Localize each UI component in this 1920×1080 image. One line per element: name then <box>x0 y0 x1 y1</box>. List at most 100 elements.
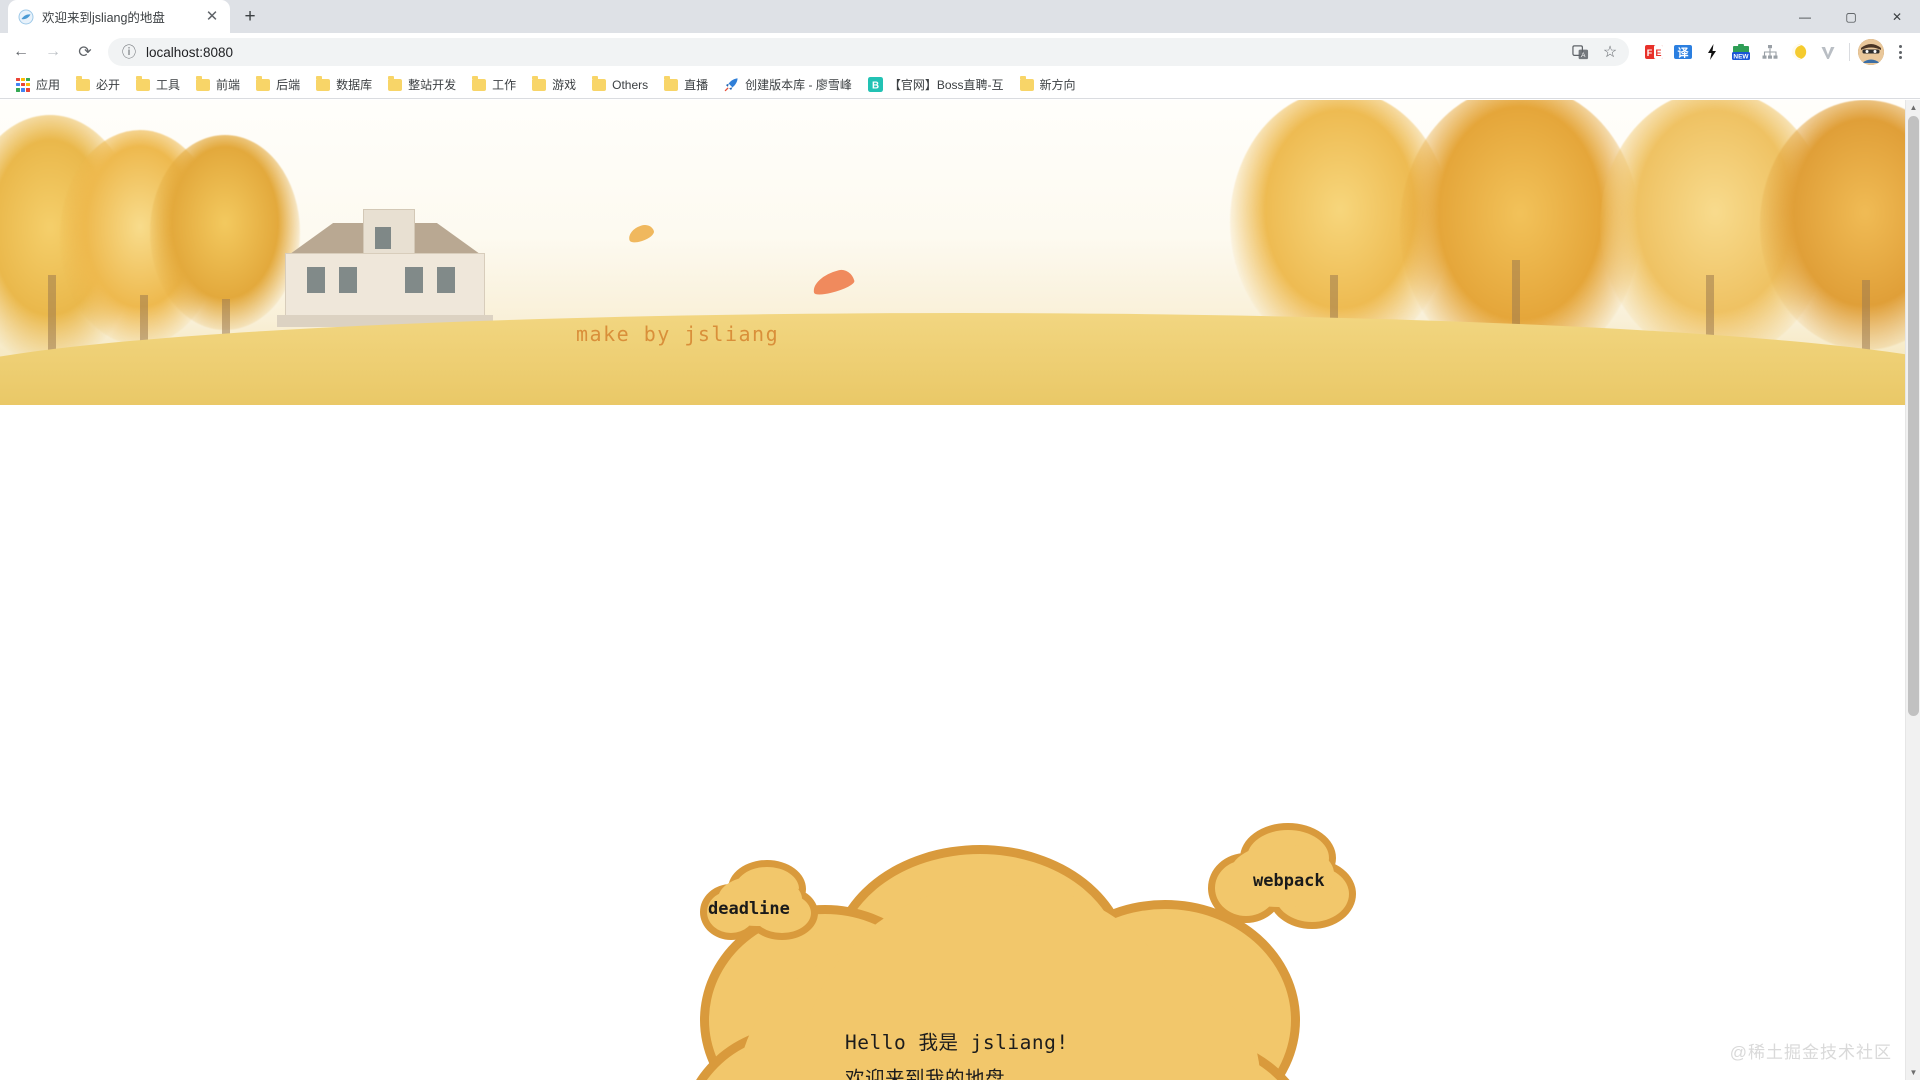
new-tab-button[interactable]: + <box>236 2 264 30</box>
hero-banner: make by jsliang <box>0 100 1920 405</box>
cloud-zone: Hello 我是 jsliang! 欢迎来到我的地盘, 由于我有很多idea, … <box>0 405 1920 1080</box>
page-favicon <box>18 9 34 25</box>
house-window <box>339 267 357 293</box>
close-window-button[interactable]: ✕ <box>1874 0 1920 33</box>
apps-grid-dot <box>16 77 20 82</box>
svg-text:NEW: NEW <box>1733 54 1749 61</box>
forward-icon[interactable]: → <box>38 37 68 67</box>
house-illustration <box>255 207 515 327</box>
bookmark-work[interactable]: 工作 <box>464 73 524 96</box>
site-info-icon[interactable]: ⓘ <box>120 39 138 65</box>
bookmark-live[interactable]: 直播 <box>656 73 716 96</box>
bookmark-newdirection[interactable]: 新方向 <box>1012 73 1084 96</box>
bookmark-apps[interactable]: 应用 <box>8 73 68 96</box>
bookmark-label: 后端 <box>276 78 301 92</box>
bookmark-label: 【官网】Boss直聘-互 <box>888 78 1004 92</box>
apps-grid-dot <box>21 77 25 82</box>
cloud-text-line: 欢迎来到我的地盘, <box>845 1067 1018 1080</box>
title-bar: 欢迎来到jsliang的地盘 ✕ + — ▢ ✕ <box>0 0 1920 33</box>
bookmark-frontend[interactable]: 前端 <box>188 73 248 96</box>
bookmark-label: 工作 <box>492 78 517 92</box>
menu-dot <box>1898 45 1902 48</box>
bookmark-label: 游戏 <box>552 78 577 92</box>
folder-icon <box>664 76 679 91</box>
maximize-button[interactable]: ▢ <box>1828 0 1874 33</box>
toolbar-divider <box>1849 43 1850 61</box>
svg-text:F: F <box>1647 48 1653 58</box>
apps-grid-icon <box>16 77 30 92</box>
page-scrollbar[interactable]: ▲ ▼ <box>1905 100 1920 1080</box>
bookmark-label: 工具 <box>156 78 181 92</box>
bookmark-others[interactable]: Others <box>584 75 656 95</box>
apps-grid-dot <box>16 87 20 92</box>
avatar[interactable] <box>1858 39 1884 65</box>
svg-text:E: E <box>1655 48 1661 58</box>
bookmark-liaoxuefeng[interactable]: 创建版本库 - 廖雪峰 <box>716 73 860 96</box>
scroll-down-arrow[interactable]: ▼ <box>1906 1065 1920 1080</box>
chrome-menu-button[interactable] <box>1886 38 1914 66</box>
moon-extension-icon[interactable] <box>1786 39 1812 65</box>
url-text[interactable]: localhost:8080 <box>146 45 1559 60</box>
bookmark-bikai[interactable]: 必开 <box>68 73 128 96</box>
bookmark-fullsite[interactable]: 整站开发 <box>380 73 464 96</box>
watermark: @稀土掘金技术社区 <box>1729 1043 1892 1062</box>
bookmark-label: 直播 <box>684 78 709 92</box>
close-tab-icon[interactable]: ✕ <box>204 9 220 25</box>
house-window <box>307 267 325 293</box>
briefcase-new-extension-icon[interactable]: NEW <box>1728 39 1754 65</box>
folder-icon <box>76 76 91 91</box>
page-viewport: make by jsliang Hello 我是 jsliang! 欢迎来到我的… <box>0 100 1920 1080</box>
folder-icon <box>256 76 271 91</box>
house-window <box>375 227 391 249</box>
apps-grid-dot <box>26 77 30 82</box>
folder-icon <box>388 76 403 91</box>
bookmark-label: 数据库 <box>336 78 373 92</box>
svg-text:A: A <box>1581 52 1586 59</box>
folder-icon <box>316 76 331 91</box>
translate-extension-icon[interactable]: 译 <box>1670 39 1696 65</box>
apps-grid-dot <box>26 82 30 87</box>
scrollbar-thumb[interactable] <box>1908 116 1919 716</box>
bookmark-tools[interactable]: 工具 <box>128 73 188 96</box>
folder-icon <box>592 76 607 91</box>
make-by-text: make by jsliang <box>576 322 780 346</box>
bookmark-database[interactable]: 数据库 <box>308 73 380 96</box>
apps-grid-dot <box>16 82 20 87</box>
scroll-up-arrow[interactable]: ▲ <box>1906 100 1920 115</box>
cloud-bubble-deadline-label: deadline <box>708 899 790 919</box>
bookmark-backend[interactable]: 后端 <box>248 73 308 96</box>
rocket-icon <box>724 77 739 92</box>
house-window <box>437 267 455 293</box>
bookmark-star-icon[interactable]: ☆ <box>1597 39 1623 65</box>
sitemap-extension-icon[interactable] <box>1757 39 1783 65</box>
fe-extension-icon[interactable]: F E <box>1641 39 1667 65</box>
svg-text:B: B <box>872 80 879 91</box>
back-icon[interactable]: ← <box>6 37 36 67</box>
bookmark-label: 整站开发 <box>408 78 457 92</box>
address-bar[interactable]: ⓘ localhost:8080 A ☆ <box>108 38 1629 66</box>
house-window <box>405 267 423 293</box>
bookmark-games[interactable]: 游戏 <box>524 73 584 96</box>
svg-text:译: 译 <box>1678 47 1690 60</box>
v-extension-icon[interactable] <box>1815 39 1841 65</box>
cloud-bubble-webpack-label: webpack <box>1253 871 1325 891</box>
bookmark-label: 必开 <box>96 78 121 92</box>
browser-tab[interactable]: 欢迎来到jsliang的地盘 ✕ <box>8 0 230 33</box>
boss-b-icon: B <box>867 77 883 92</box>
menu-dot <box>1898 56 1902 59</box>
menu-dot <box>1898 50 1902 54</box>
bookmark-boss[interactable]: B 【官网】Boss直聘-互 <box>860 73 1012 96</box>
window-controls: — ▢ ✕ <box>1782 0 1920 33</box>
browser-toolbar: ← → ⟳ ⓘ localhost:8080 A ☆ F E 译 NEW <box>0 33 1920 71</box>
minimize-button[interactable]: — <box>1782 0 1828 33</box>
bookmark-label: Others <box>612 77 649 92</box>
translate-icon[interactable]: A <box>1567 39 1593 65</box>
folder-icon <box>472 76 487 91</box>
reload-icon[interactable]: ⟳ <box>70 37 100 67</box>
extensions-strip: F E 译 NEW <box>1637 39 1841 65</box>
bookmark-label: 创建版本库 - 廖雪峰 <box>745 78 852 92</box>
apps-grid-dot <box>26 87 30 92</box>
lightning-extension-icon[interactable] <box>1699 39 1725 65</box>
apps-grid-dot <box>21 82 25 87</box>
folder-icon <box>532 76 547 91</box>
